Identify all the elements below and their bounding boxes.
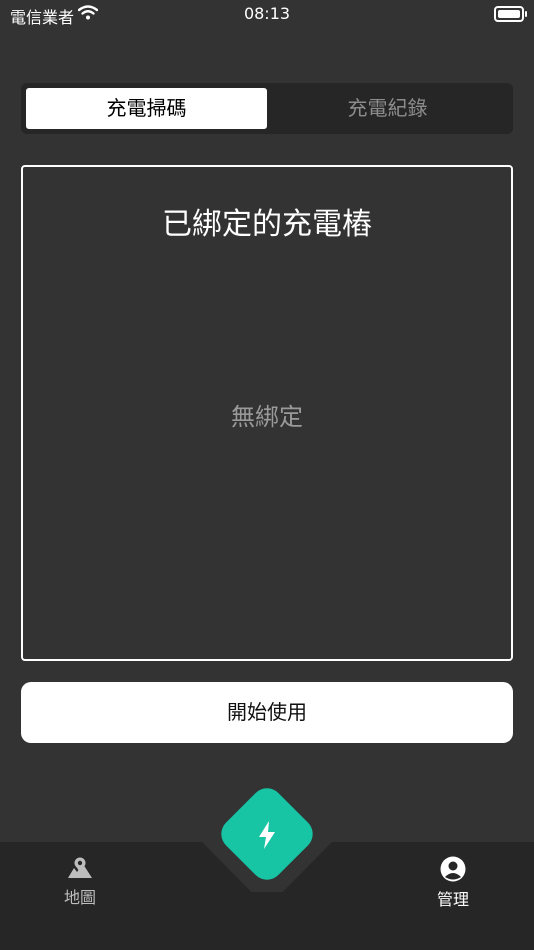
tab-map[interactable]: 地圖	[40, 856, 120, 908]
tab-map-label: 地圖	[63, 888, 96, 907]
tab-manage[interactable]: 管理	[413, 856, 493, 910]
empty-state-text: 無綁定	[231, 403, 303, 431]
status-bar: 電信業者 08:13	[0, 0, 534, 30]
segmented-control: 充電掃碼 充電紀錄	[21, 83, 513, 134]
bound-chargers-panel: 已綁定的充電樁 無綁定	[21, 165, 513, 661]
tab-charge-scan[interactable]: 充電掃碼	[26, 88, 267, 129]
panel-title: 已綁定的充電樁	[162, 207, 372, 242]
start-using-button[interactable]: 開始使用	[21, 682, 513, 743]
person-icon	[440, 856, 466, 882]
battery-icon	[494, 6, 527, 22]
tab-charge-history[interactable]: 充電紀錄	[267, 88, 508, 129]
tab-manage-label: 管理	[436, 890, 469, 909]
lightning-bolt-icon	[259, 821, 275, 849]
map-pin-icon	[68, 857, 92, 878]
status-time: 08:13	[243, 4, 291, 23]
